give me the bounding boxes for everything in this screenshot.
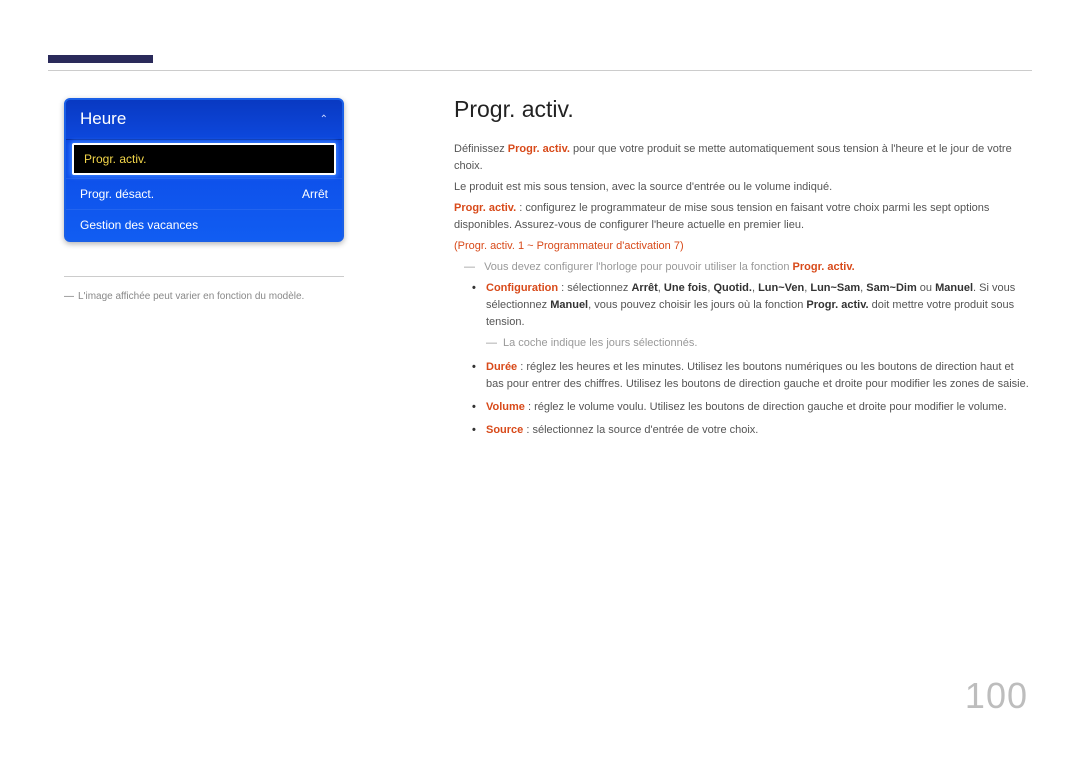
opt: Lun~Ven — [758, 282, 804, 294]
text: : configurez le programmateur de mise so… — [454, 202, 989, 231]
header-accent-bar — [48, 55, 153, 63]
bullet-duree: Durée : réglez les heures et les minutes… — [472, 359, 1032, 393]
label: Durée — [486, 361, 517, 373]
label: Source — [486, 424, 523, 436]
right-column: Progr. activ. Définissez Progr. activ. p… — [372, 98, 1032, 445]
menu-item-label: Gestion des vacances — [80, 218, 198, 232]
clock-config-note: Vous devez configurer l'horloge pour pou… — [464, 259, 1032, 276]
text: : sélectionnez la source d'entrée de vot… — [523, 424, 758, 436]
line3: Progr. activ. : configurez le programmat… — [454, 200, 1032, 234]
page-content: Heure ⌃ Progr. activ. Progr. désact. Arr… — [64, 98, 1032, 445]
opt: Manuel — [935, 282, 973, 294]
opt: Lun~Sam — [810, 282, 860, 294]
opt: Manuel — [550, 299, 588, 311]
text: : réglez le volume voulu. Utilisez les b… — [525, 401, 1007, 413]
intro-paragraph: Définissez Progr. activ. pour que votre … — [454, 141, 1032, 175]
text: , vous pouvez choisir les jours où la fo… — [588, 299, 806, 311]
menu-item-value: Arrêt — [302, 187, 328, 201]
sep: ou — [917, 282, 935, 294]
label: Volume — [486, 401, 525, 413]
osd-menu-panel: Heure ⌃ Progr. activ. Progr. désact. Arr… — [64, 98, 344, 242]
bullet-list: Configuration : sélectionnez Arrêt, Une … — [472, 280, 1032, 438]
opt: Une fois — [664, 282, 707, 294]
caret-up-icon: ⌃ — [320, 114, 328, 125]
opt: Quotid. — [713, 282, 752, 294]
text: : sélectionnez — [558, 282, 631, 294]
image-disclaimer-note: L'image affichée peut varier en fonction… — [64, 291, 344, 302]
header-divider — [48, 70, 1032, 71]
text-accent: Progr. activ. — [508, 143, 570, 155]
left-divider — [64, 276, 344, 277]
osd-menu-header[interactable]: Heure ⌃ — [66, 100, 342, 140]
section-title: Progr. activ. — [454, 96, 1032, 123]
bullet-configuration: Configuration : sélectionnez Arrêt, Une … — [472, 280, 1032, 352]
text-accent: Progr. activ. — [793, 261, 855, 273]
menu-item-label: Progr. activ. — [84, 152, 146, 166]
checkmark-note: La coche indique les jours sélectionnés. — [486, 335, 1032, 352]
text: Vous devez configurer l'horloge pour pou… — [484, 261, 792, 273]
page-number: 100 — [965, 675, 1028, 717]
text-accent: Progr. activ. — [454, 202, 516, 214]
bullet-volume: Volume : réglez le volume voulu. Utilise… — [472, 399, 1032, 416]
left-column: Heure ⌃ Progr. activ. Progr. désact. Arr… — [64, 98, 372, 445]
text: Progr. activ. — [806, 299, 868, 311]
osd-menu-item-progr-activ[interactable]: Progr. activ. — [72, 143, 336, 175]
text: Définissez — [454, 143, 508, 155]
text-accent: (Progr. activ. 1 ~ Programmateur d'activ… — [454, 240, 684, 252]
opt: Arrêt — [631, 282, 657, 294]
line2: Le produit est mis sous tension, avec la… — [454, 179, 1032, 196]
osd-menu-item-progr-desact[interactable]: Progr. désact. Arrêt — [66, 178, 342, 209]
label: Configuration — [486, 282, 558, 294]
text: : réglez les heures et les minutes. Util… — [486, 361, 1029, 390]
opt: Sam~Dim — [866, 282, 916, 294]
menu-item-label: Progr. désact. — [80, 187, 154, 201]
osd-menu-item-gestion-vacances[interactable]: Gestion des vacances — [66, 209, 342, 240]
range-line: (Progr. activ. 1 ~ Programmateur d'activ… — [454, 238, 1032, 255]
osd-menu-title: Heure — [80, 109, 126, 129]
bullet-source: Source : sélectionnez la source d'entrée… — [472, 422, 1032, 439]
